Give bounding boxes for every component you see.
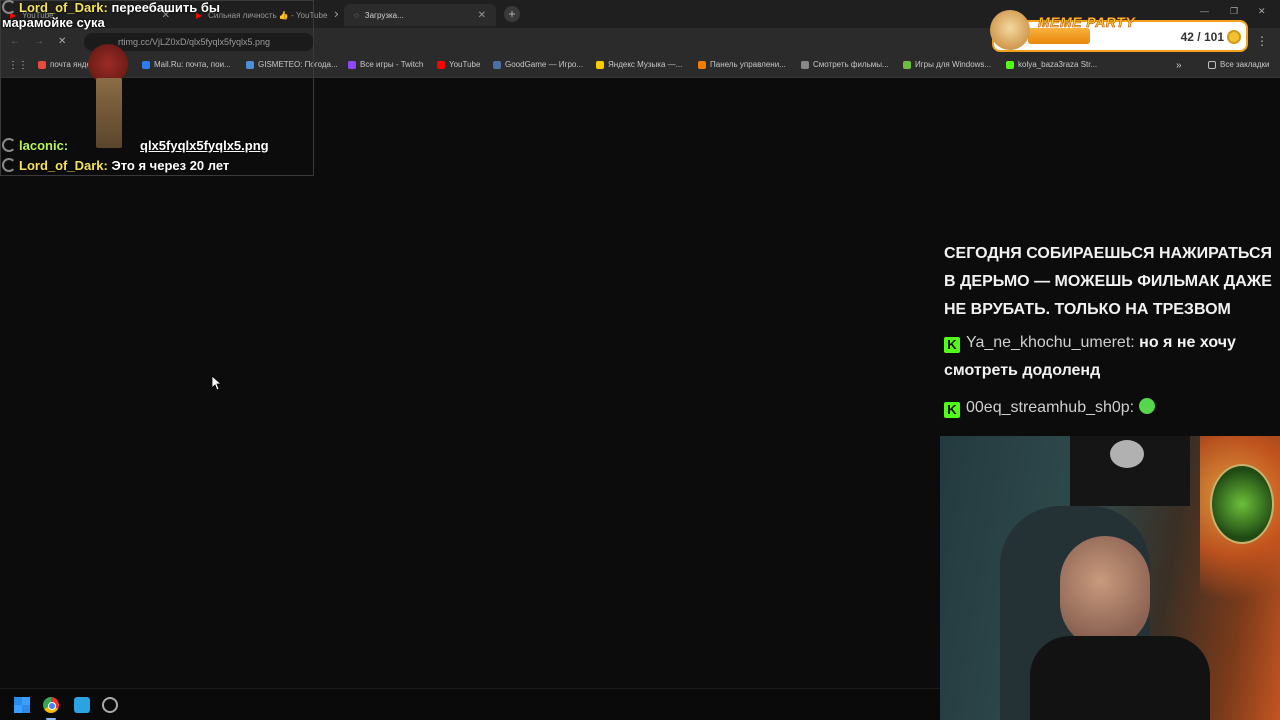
bookmark-label: YouTube [449,60,481,69]
chat-message: Lord_of_Dark: Это я через 20 лет [2,158,229,173]
emote-icon [1138,398,1155,414]
bookmark-label: Панель управлени... [710,60,786,69]
bookmark-label: kolya_baza3raza Str... [1018,60,1098,69]
folder-icon [1208,60,1216,69]
bookmark-label: Все игры - Twitch [360,60,424,69]
stream-chat-message: K 00eq_streamhub_sh0p: [944,394,1274,422]
close-icon[interactable]: ✕ [333,10,338,21]
chat-message-cont: марамойке сука [2,15,105,30]
goodgame-icon [2,138,16,152]
bookmark-item[interactable]: kolya_baza3raza Str... [1006,60,1097,69]
overlay-chat: Lord_of_Dark: переебашить бы марамойке с… [0,0,314,176]
tab-label: Загрузка... [364,10,404,20]
bookmark-item[interactable]: Все игры - Twitch [348,60,423,69]
yandex-music-icon [596,60,604,69]
skull-icon [1110,440,1144,468]
plus-icon: + [508,7,516,21]
twitch-icon [348,60,356,69]
goodgame-icon [493,60,501,69]
streamer-body [1030,636,1210,720]
bookmark-item[interactable]: YouTube [437,60,480,69]
kick-icon: K [944,337,960,353]
chat-message: laconic: [2,138,68,153]
goodgame-icon [2,158,16,172]
panel-icon [698,60,706,69]
youtube-icon [437,60,445,69]
webcam-feed [940,436,1280,720]
chat-nick: 00eq_streamhub_sh0p: [966,399,1135,416]
meme-progress-bar [1028,28,1090,44]
chat-text: Это я через 20 лет [111,158,230,173]
coin-icon [1227,30,1241,44]
film-icon [801,60,809,69]
meme-party-title: MEME PARTY [1038,14,1136,31]
minimize-icon[interactable]: — [1200,6,1209,16]
all-bookmarks-label: Все закладки [1220,60,1270,69]
chat-message: Lord_of_Dark: переебашить бы [2,0,220,15]
loading-icon: ◌ [354,10,359,20]
bookmark-label: Смотреть фильмы... [813,60,889,69]
taskbar [0,688,940,720]
bookmark-label: Яндекс Музыка —... [608,60,683,69]
games-icon [903,60,911,69]
menu-icon[interactable]: ⋮ [1256,34,1268,48]
app-icon[interactable] [102,697,118,713]
kick-icon [1006,60,1014,69]
bookmark-label: GoodGame — Игро... [505,60,584,69]
bookmark-item[interactable]: GoodGame — Игро... [493,60,583,69]
meme-party-widget: MEME PARTY 42 / 101 [990,10,1248,52]
chat-nick: Lord_of_Dark: [19,0,108,15]
bookmark-item[interactable]: Панель управлени... [698,60,786,69]
stream-chat-previous: СЕГОДНЯ СОБИРАЕШЬСЯ НАЖИРАТЬСЯ В ДЕРЬМО … [944,245,1273,318]
new-tab-button[interactable]: + [504,6,520,22]
bookmark-item[interactable]: Смотреть фильмы... [801,60,889,69]
all-bookmarks-button[interactable]: Все закладки [1208,60,1269,69]
doge-icon [990,10,1030,50]
kick-icon: K [944,402,960,418]
chat-nick: Ya_ne_khochu_umeret: [966,334,1135,351]
maximize-icon[interactable]: ❐ [1230,6,1238,17]
telegram-icon[interactable] [74,697,90,713]
wax-seal-image [88,44,128,148]
bookmark-label: Игры для Windows... [915,60,992,69]
goodgame-icon [2,0,16,14]
bookmark-item[interactable]: Яндекс Музыка —... [596,60,682,69]
windows-start-icon[interactable] [14,697,30,713]
chat-nick: Lord_of_Dark: [19,158,108,173]
chat-nick: laconic: [19,138,69,153]
bookmark-item[interactable]: Игры для Windows... [903,60,991,69]
close-icon[interactable]: ✕ [478,10,486,21]
meme-score: 42 / 101 [1180,30,1224,44]
chat-text: переебашить бы [111,0,220,15]
stream-chat-message: K Ya_ne_khochu_umeret: но я не хочу смотр… [944,329,1274,385]
skull-badge-icon [1210,464,1274,544]
close-window-icon[interactable]: ✕ [1258,6,1266,17]
streamer-head [1060,536,1150,648]
tab-loading[interactable]: ◌ Загрузка... ✕ [344,4,496,26]
scroll-paper [96,78,122,148]
chrome-icon[interactable] [43,697,59,713]
chat-link[interactable]: qlx5fyqlx5fyqlx5.png [140,138,269,153]
more-bookmarks-button[interactable]: » [1176,60,1182,71]
